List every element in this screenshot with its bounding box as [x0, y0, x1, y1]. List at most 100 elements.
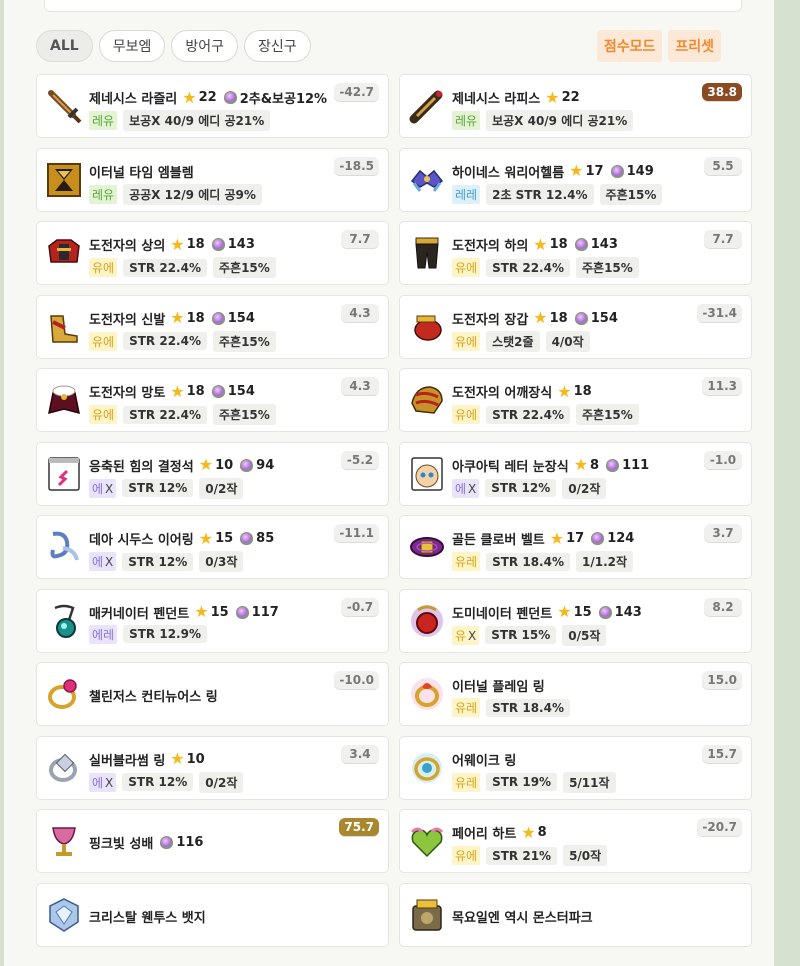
equipment-card[interactable]: 하이네스 워리어헬름 ★ 17 149 레레 2초 STR 12.4% 주흔15% 5.5 [399, 147, 752, 212]
flame-icon [598, 605, 612, 619]
equipment-card[interactable]: 이터널 타임 엠블렘 레유 공공X 12/9 에디 공9% -18.5 [36, 147, 389, 212]
ring-icon [45, 675, 83, 713]
item-name: 하이네스 워리어헬름 [452, 165, 565, 181]
potential-grade-text: 유에 [92, 408, 115, 422]
stat-tag: 5/0작 [563, 845, 608, 866]
equipment-card[interactable]: 핑크빛 성배 116 75.7 [36, 809, 389, 873]
equipment-card[interactable]: 도전자의 망토 ★ 18 154 유에 STR 22.4% 주흔15% 4.3 [36, 368, 389, 432]
equipment-card[interactable]: 목요일엔 역시 몬스터파크 [399, 882, 752, 947]
item-title-row: 데아 시두스 이어링 ★ 15 85 [89, 529, 274, 548]
item-name: 도미네이터 펜던트 [452, 606, 553, 622]
equipment-card[interactable]: 실버블라썸 링 ★ 10 에 X STR 12% 0/2작 3.4 [36, 735, 389, 800]
equipment-card[interactable]: 페어리 하트 ★ 8 유에 STR 21% 5/0작 -20.7 [399, 809, 752, 873]
stat-tag: 0/3작 [199, 551, 244, 572]
flame-icon [223, 91, 237, 104]
score-badge: 15.0 [702, 671, 742, 689]
star-force-count: 8 [590, 457, 600, 473]
item-tags: 유레 STR 18.4% [452, 698, 570, 717]
item-title-row: 아쿠아틱 레터 눈장식 ★ 8 111 [452, 456, 649, 475]
equipment-card[interactable]: 도전자의 장갑 ★ 18 154 유에 스탯2줄 4/0작 -31.4 [399, 294, 752, 359]
item-name: 도전자의 하의 [452, 239, 529, 254]
stat-tag: STR 12% [122, 773, 194, 791]
flame-icon [211, 385, 225, 398]
flame-icon [610, 164, 624, 178]
equipment-card[interactable]: 크리스탈 웬투스 뱃지 [36, 882, 389, 947]
flame-icon [240, 458, 254, 472]
item-tags: 유에 STR 21% 5/0작 [452, 845, 608, 866]
item-name: 핑크빛 성배 [89, 837, 154, 852]
equipment-card[interactable]: 제네시스 라즐리 ★ 22 2추&보공12% 레유 보공X 40/9 에디 공21% -42… [36, 74, 389, 138]
flame-value: 154 [227, 310, 255, 326]
pendant-icon [45, 602, 83, 640]
equipment-card[interactable]: 도전자의 어깨장식 ★ 18 유에 STR 22.4% 주흔15% 11.3 [399, 368, 752, 432]
star-icon: ★ [170, 381, 185, 401]
equipment-card[interactable]: 제네시스 라피스 ★ 22 레유 보공X 40/9 에디 공21% 38.8 [399, 74, 752, 138]
stat-tag: STR 12% [485, 479, 557, 497]
potential-grade-text: 레유 [92, 187, 115, 202]
flame-value: 149 [626, 163, 654, 179]
potential-grade-badge: 유레 [452, 552, 481, 571]
preset-button[interactable]: 프리셋 [668, 30, 721, 62]
gloves-icon [408, 308, 446, 346]
equipment-card[interactable]: 아쿠아틱 레터 눈장식 ★ 8 111 에 X STR 12% 0/2작 -1.0 [399, 441, 752, 506]
stat-tag: 주흔15% [212, 330, 276, 352]
item-tags: 유에 STR 22.4% 주흔15% [89, 404, 276, 425]
item-tags: 유에 STR 22.4% 주흔15% [89, 330, 276, 352]
item-tags: 유에 STR 22.4% 주흔15% [452, 404, 639, 425]
stat-tag: STR 22.4% [486, 258, 570, 277]
flame-icon [211, 238, 225, 251]
equipment-card[interactable]: 도전자의 상의 ★ 18 143 유에 STR 22.4% 주흔15% 7.7 [36, 221, 389, 285]
potential-grade-text: 유 [455, 628, 467, 643]
item-tags: 레유 보공X 40/9 에디 공21% [89, 110, 271, 131]
equipment-card[interactable]: 응축된 힘의 결정석 ★ 10 94 에 X STR 12% 0/2작 -5.2 [36, 441, 389, 506]
flame-icon [574, 238, 588, 251]
item-title-row: 핑크빛 성배 116 [89, 833, 203, 852]
item-name: 도전자의 어깨장식 [452, 386, 553, 401]
stat-tag: 공공X 12/9 에디 공9% [123, 183, 262, 205]
star-force-count: 18 [549, 237, 568, 252]
star-force-count: 10 [215, 457, 234, 473]
filter-all[interactable]: ALL [36, 30, 93, 62]
potential-grade-text: 유에 [455, 849, 478, 863]
score-badge: -0.7 [341, 597, 379, 616]
score-badge: 11.3 [702, 377, 742, 395]
star-force-count: 8 [537, 825, 547, 840]
item-title-row: 하이네스 워리어헬름 ★ 17 149 [452, 162, 654, 181]
silver-ring-icon [45, 749, 83, 787]
flame-value: 154 [227, 384, 255, 399]
filter-weapon[interactable]: 무보엠 [98, 30, 166, 62]
item-name: 챌린저스 컨티뉴어스 링 [89, 690, 218, 705]
filter-armor[interactable]: 방어구 [171, 30, 238, 62]
item-title-row: 제네시스 라즐리 ★ 22 2추&보공12% [89, 88, 327, 107]
stat-tag: 2초 STR 12.4% [486, 183, 594, 205]
equipment-card[interactable]: 골든 클로버 벨트 ★ 17 124 유레 STR 18.4% 1/1.2작 3.7 [399, 515, 752, 579]
equipment-card[interactable]: 도미네이터 펜던트 ★ 15 143 유 X STR 15% 0/5작 8.2 [399, 588, 752, 653]
potential-grade-badge: 레유 [89, 184, 118, 204]
potential-grade-text: 유에 [455, 334, 478, 349]
star-icon: ★ [557, 381, 572, 401]
stat-tag: 1/1.2작 [575, 551, 634, 572]
stat-tag: 보공X 40/9 에디 공21% [486, 110, 634, 131]
equipment-card[interactable]: 매커네이터 펜던트 ★ 15 117 에레 STR 12.9% -0.7 [36, 588, 389, 653]
equipment-card[interactable]: 데아 시두스 이어링 ★ 15 85 에 X STR 12% 0/3작 -11.1 [36, 515, 389, 579]
item-name: 제네시스 라즐리 [89, 92, 178, 107]
potential-grade-badge: 유에 [452, 331, 481, 351]
stat-tag: 주흔15% [575, 404, 639, 425]
stat-tag: 스탯2줄 [486, 330, 540, 352]
awake-ring-icon [408, 749, 446, 787]
equipment-card[interactable]: 도전자의 하의 ★ 18 143 유에 STR 22.4% 주흔15% 7.7 [399, 221, 752, 285]
filter-accessory[interactable]: 장신구 [243, 30, 311, 62]
star-icon: ★ [198, 528, 214, 548]
equipment-card[interactable]: 챌린저스 컨티뉴어스 링 -10.0 [36, 662, 389, 726]
potential-grade-text: 에 [455, 481, 467, 496]
stat-tag: 주흔15% [575, 257, 639, 278]
equipment-card[interactable]: 이터널 플레임 링 유레 STR 18.4% 15.0 [399, 662, 752, 726]
score-mode-button[interactable]: 점수모드 [596, 30, 663, 62]
equipment-card[interactable]: 어웨이크 링 유레 STR 19% 5/11작 15.7 [399, 735, 752, 800]
item-tags: 유 X STR 15% 0/5작 [452, 624, 607, 646]
score-badge: 7.7 [704, 230, 742, 248]
star-force-count: 15 [215, 531, 234, 546]
equipment-card[interactable]: 도전자의 신발 ★ 18 154 유에 STR 22.4% 주흔15% 4.3 [36, 294, 389, 359]
stat-tag: 주흔15% [212, 404, 276, 425]
stat-tag: 5/11작 [563, 771, 616, 793]
